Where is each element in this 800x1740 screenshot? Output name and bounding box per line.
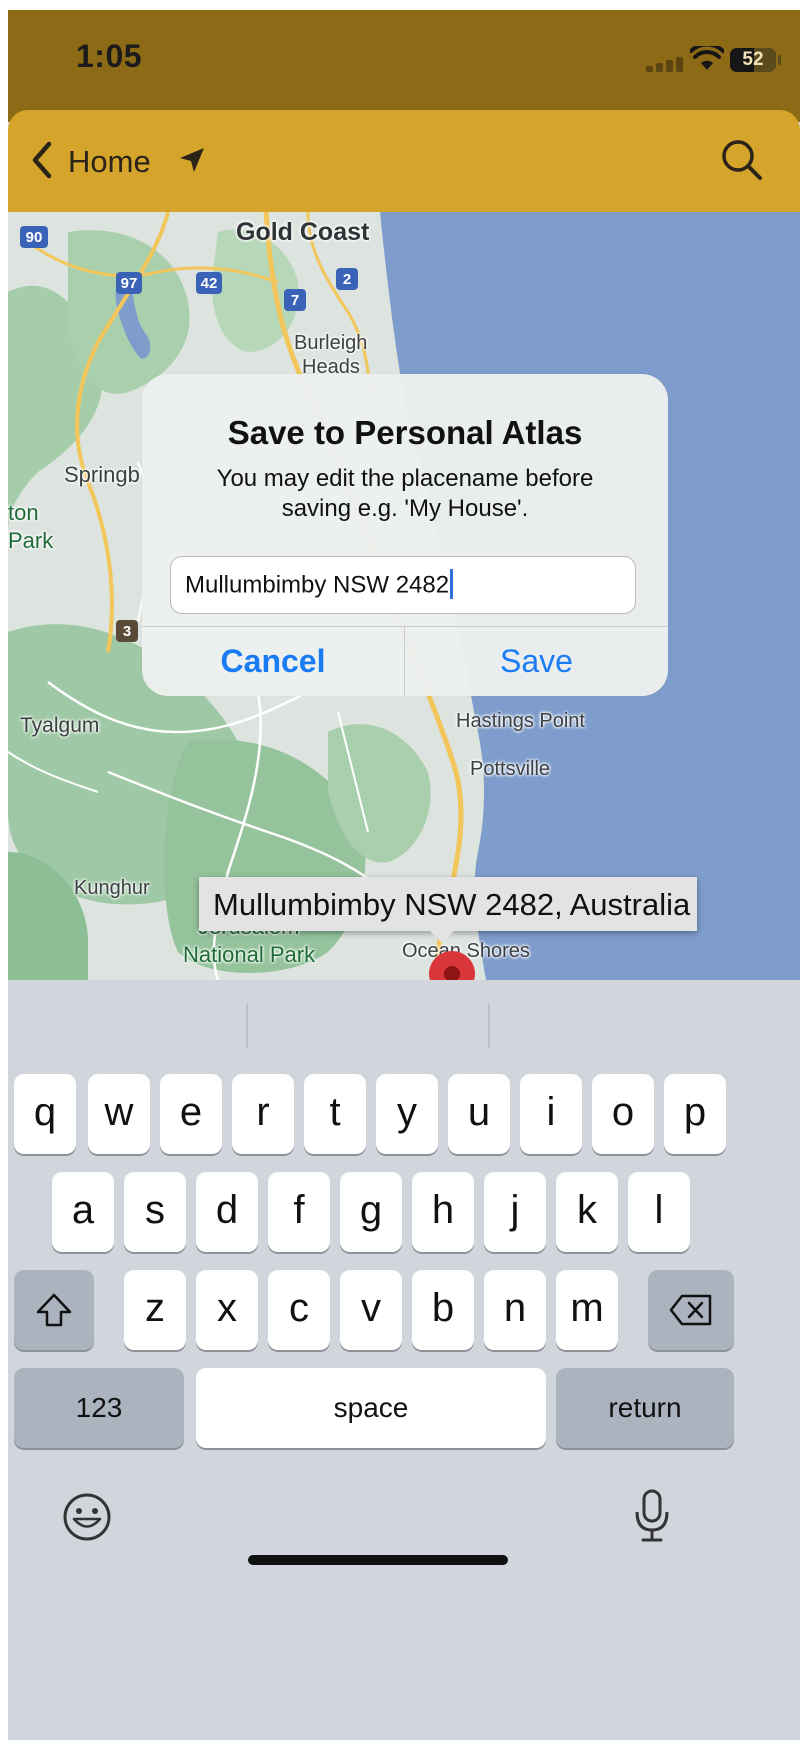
key-q[interactable]: q xyxy=(14,1074,76,1154)
status-bar: 1:05 52 xyxy=(8,10,800,122)
key-h[interactable]: h xyxy=(412,1172,474,1252)
map-label-tyalgum: Tyalgum xyxy=(20,714,100,737)
shift-key[interactable] xyxy=(14,1270,94,1350)
cellular-signal-icon xyxy=(646,56,686,72)
numbers-key[interactable]: 123 xyxy=(14,1368,184,1448)
dialog-message-line-2: saving e.g. 'My House'. xyxy=(281,495,529,522)
road-shield-3: 3 xyxy=(123,623,131,640)
key-d[interactable]: d xyxy=(196,1172,258,1252)
text-cursor xyxy=(450,569,454,599)
placename-input[interactable]: Mullumbimby NSW 2482 xyxy=(170,556,636,614)
map-label-national-park: National Park xyxy=(183,942,316,967)
space-key[interactable]: space xyxy=(196,1368,546,1448)
back-chevron-icon[interactable] xyxy=(30,141,54,179)
road-shield-7: 7 xyxy=(291,292,299,309)
key-i[interactable]: i xyxy=(520,1074,582,1154)
key-c[interactable]: c xyxy=(268,1270,330,1350)
map-label-burleigh: Burleigh xyxy=(294,332,368,354)
key-w[interactable]: w xyxy=(88,1074,150,1154)
dialog-message: You may edit the placename before saving… xyxy=(172,464,638,524)
placename-input-value: Mullumbimby NSW 2482 xyxy=(185,571,450,599)
shift-icon xyxy=(36,1293,72,1327)
key-b[interactable]: b xyxy=(412,1270,474,1350)
keyboard: q w e r t y u i o p a s d f g h j k l z … xyxy=(8,980,800,1740)
key-l[interactable]: l xyxy=(628,1172,690,1252)
key-v[interactable]: v xyxy=(340,1270,402,1350)
cancel-button[interactable]: Cancel xyxy=(142,626,404,696)
delete-icon xyxy=(669,1294,712,1326)
map-label-hastings-point: Hastings Point xyxy=(456,710,585,732)
map-label-pottsville: Pottsville xyxy=(470,758,551,780)
key-j[interactable]: j xyxy=(484,1172,546,1252)
save-dialog: Save to Personal Atlas You may edit the … xyxy=(142,374,668,696)
status-time: 1:05 xyxy=(76,38,143,74)
search-icon[interactable] xyxy=(720,138,764,182)
road-shield-42: 42 xyxy=(201,275,218,292)
map-pin-icon[interactable] xyxy=(428,948,476,982)
dialog-message-line-1: You may edit the placename before xyxy=(216,465,594,492)
map-label-gold-coast: Gold Coast xyxy=(236,218,370,246)
nav-bar: Home xyxy=(8,110,800,212)
battery-cap xyxy=(778,55,781,65)
suggestion-divider-1 xyxy=(246,1004,248,1048)
return-key[interactable]: return xyxy=(556,1368,734,1448)
key-y[interactable]: y xyxy=(376,1074,438,1154)
save-button[interactable]: Save xyxy=(405,626,668,696)
battery-level: 52 xyxy=(742,49,764,70)
key-m[interactable]: m xyxy=(556,1270,618,1350)
key-f[interactable]: f xyxy=(268,1172,330,1252)
placename-input-text: Mullumbimby NSW 2482 xyxy=(185,569,454,601)
key-a[interactable]: a xyxy=(52,1172,114,1252)
road-shield-90: 90 xyxy=(26,229,43,246)
microphone-icon[interactable] xyxy=(632,1488,672,1544)
key-k[interactable]: k xyxy=(556,1172,618,1252)
dialog-title: Save to Personal Atlas xyxy=(227,414,583,451)
location-arrow-icon[interactable] xyxy=(178,146,206,174)
key-s[interactable]: s xyxy=(124,1172,186,1252)
key-p[interactable]: p xyxy=(664,1074,726,1154)
map-label-kunghur: Kunghur xyxy=(74,877,150,899)
road-shield-97: 97 xyxy=(121,275,138,292)
battery-icon: 52 xyxy=(730,48,776,72)
delete-key[interactable] xyxy=(648,1270,734,1350)
key-z[interactable]: z xyxy=(124,1270,186,1350)
map-label-springbrook: Springb xyxy=(64,462,140,487)
key-x[interactable]: x xyxy=(196,1270,258,1350)
key-g[interactable]: g xyxy=(340,1172,402,1252)
emoji-icon[interactable] xyxy=(62,1492,112,1542)
callout-text: Mullumbimby NSW 2482, Australia xyxy=(213,887,691,922)
callout-tail xyxy=(430,931,454,943)
map-callout[interactable]: Mullumbimby NSW 2482, Australia xyxy=(199,877,697,943)
road-shield-2: 2 xyxy=(343,271,351,288)
map-label-ton: ton xyxy=(8,500,39,525)
key-e[interactable]: e xyxy=(160,1074,222,1154)
wifi-icon xyxy=(690,46,724,70)
phone-screen: 1:05 52 Home 90 97 42 7 2 3 Gold Coast B… xyxy=(8,10,800,1740)
key-r[interactable]: r xyxy=(232,1074,294,1154)
key-o[interactable]: o xyxy=(592,1074,654,1154)
suggestion-bar xyxy=(8,980,800,1056)
key-u[interactable]: u xyxy=(448,1074,510,1154)
key-n[interactable]: n xyxy=(484,1270,546,1350)
key-t[interactable]: t xyxy=(304,1074,366,1154)
suggestion-divider-2 xyxy=(488,1004,490,1048)
map-label-park: Park xyxy=(8,528,54,553)
back-button[interactable]: Home xyxy=(68,144,151,180)
home-indicator[interactable] xyxy=(248,1555,508,1565)
